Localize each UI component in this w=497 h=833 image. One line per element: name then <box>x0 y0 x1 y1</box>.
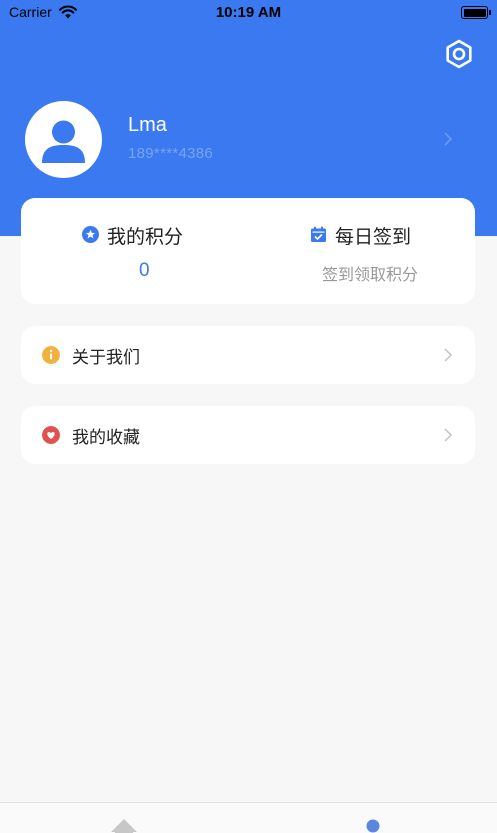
profile-name: Lma <box>128 114 167 136</box>
battery-icon <box>461 6 488 19</box>
chevron-right-icon <box>444 348 453 362</box>
my-points-section[interactable]: 我的积分 0 <box>21 198 271 304</box>
points-value: 0 <box>139 260 150 281</box>
settings-icon[interactable] <box>443 38 475 70</box>
chevron-right-icon <box>444 132 453 146</box>
person-icon[interactable] <box>364 817 382 833</box>
chevron-right-icon <box>444 428 453 442</box>
points-card: 我的积分 0 每日签到 签到领取积分 <box>21 198 475 304</box>
profile-phone: 189****4386 <box>128 145 214 162</box>
daily-checkin-section[interactable]: 每日签到 签到领取积分 <box>281 198 475 304</box>
menu-item-about-us[interactable]: 关于我们 <box>21 326 475 384</box>
home-icon[interactable] <box>110 817 138 833</box>
checkin-title: 每日签到 <box>335 226 412 248</box>
calendar-check-icon <box>311 226 326 242</box>
status-bar: Carrier 10:19 AM <box>0 0 497 26</box>
info-icon <box>42 346 60 364</box>
menu-label-about-us: 关于我们 <box>72 348 140 368</box>
checkin-subtitle: 签到领取积分 <box>322 265 419 284</box>
points-title: 我的积分 <box>107 226 184 248</box>
tab-bar <box>0 802 497 833</box>
menu-item-my-favorites[interactable]: 我的收藏 <box>21 406 475 464</box>
star-badge-icon <box>82 226 99 243</box>
status-time: 10:19 AM <box>215 4 282 21</box>
menu-label-my-favorites: 我的收藏 <box>72 428 140 448</box>
heart-icon <box>42 426 60 444</box>
avatar[interactable] <box>25 101 102 178</box>
profile-row[interactable]: Lma 189****4386 <box>0 100 497 180</box>
user-avatar-icon <box>42 120 85 163</box>
battery-tip <box>489 10 491 15</box>
